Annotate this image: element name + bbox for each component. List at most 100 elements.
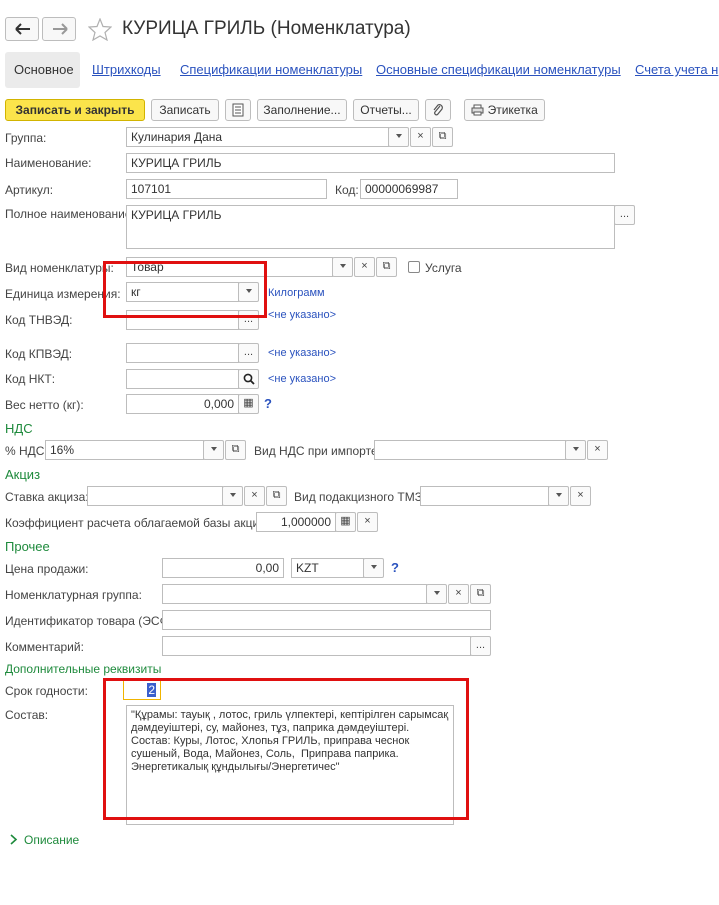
close-icon: × (364, 515, 371, 527)
kind-input[interactable]: Товар (126, 257, 333, 277)
net-weight-input[interactable]: 0,000 (126, 394, 239, 414)
tmz-kind-clear-button[interactable]: × (570, 486, 591, 506)
kind-clear-button[interactable]: × (354, 257, 375, 277)
vat-import-input[interactable] (374, 440, 566, 460)
forward-button[interactable] (42, 17, 76, 41)
composition-input[interactable]: "Құрамы: тауық , лотос, гриль үлпектері,… (126, 705, 454, 825)
vat-import-clear-button[interactable]: × (587, 440, 608, 460)
kind-open-button[interactable]: ⧉ (376, 257, 397, 277)
unit-link[interactable]: Килограмм (268, 287, 325, 299)
group-dropdown-button[interactable] (388, 127, 409, 147)
excise-rate-label: Ставка акциза: (5, 490, 89, 504)
excise-rate-input[interactable] (87, 486, 223, 506)
code-input[interactable]: 00000069987 (360, 179, 458, 199)
close-icon: × (594, 443, 601, 455)
tnved-label: Код ТНВЭД: (5, 313, 73, 327)
document-list-icon (232, 103, 244, 117)
tab-specifications[interactable]: Спецификации номенклатуры (180, 62, 362, 77)
open-icon: ⧉ (438, 130, 447, 142)
vat-rate-open-button[interactable]: ⧉ (225, 440, 246, 460)
chevron-down-icon (572, 447, 579, 452)
star-icon[interactable] (88, 18, 112, 41)
kpved-select-button[interactable]: ... (238, 343, 259, 363)
vat-rate-label: % НДС: (5, 444, 48, 458)
tab-main-specifications[interactable]: Основные спецификации номенклатуры (376, 62, 621, 77)
unit-label: Единица измерения: (5, 287, 121, 301)
reports-button[interactable]: Отчеты... (353, 99, 419, 121)
tab-accounts[interactable]: Счета учета н (635, 62, 718, 77)
tmz-kind-input[interactable] (420, 486, 549, 506)
vat-rate-dropdown-button[interactable] (203, 440, 224, 460)
excise-coef-clear-button[interactable]: × (357, 512, 378, 532)
shelf-life-input[interactable]: 2 (123, 680, 161, 700)
service-checkbox[interactable] (408, 261, 420, 273)
net-weight-help[interactable]: ? (264, 396, 272, 411)
attachment-button[interactable] (425, 99, 451, 121)
chevron-down-icon (370, 565, 377, 570)
chevron-down-icon (339, 264, 346, 269)
description-toggle[interactable]: Описание (24, 833, 79, 847)
unit-dropdown-button[interactable] (238, 282, 259, 302)
nkt-link[interactable]: <не указано> (268, 373, 336, 385)
excise-coef-label: Коэффициент расчета облагаемой базы акци… (5, 516, 275, 530)
nkt-input[interactable] (126, 369, 239, 389)
excise-rate-clear-button[interactable]: × (244, 486, 265, 506)
nom-group-input[interactable] (162, 584, 427, 604)
vat-import-dropdown-button[interactable] (565, 440, 586, 460)
arrow-left-icon (15, 23, 30, 35)
tnved-link[interactable]: <не указано> (268, 309, 336, 321)
kpved-link[interactable]: <не указано> (268, 347, 336, 359)
excise-rate-dropdown-button[interactable] (222, 486, 243, 506)
list-button[interactable] (225, 99, 251, 121)
nom-group-dropdown-button[interactable] (426, 584, 447, 604)
fill-button[interactable]: Заполнение... (257, 99, 347, 121)
save-and-close-button[interactable]: Записать и закрыть (5, 99, 145, 121)
vat-rate-input[interactable]: 16% (45, 440, 204, 460)
tab-barcodes[interactable]: Штрихкоды (92, 62, 161, 77)
excise-coef-calc-button[interactable]: ▦ (335, 512, 356, 532)
excise-coef-input[interactable]: 1,000000 (256, 512, 336, 532)
full-name-input[interactable]: КУРИЦА ГРИЛЬ (126, 205, 615, 249)
shelf-life-value: 2 (147, 683, 156, 697)
comment-input[interactable] (162, 636, 471, 656)
group-open-button[interactable]: ⧉ (432, 127, 453, 147)
kpved-input[interactable] (126, 343, 239, 363)
print-label-button[interactable]: Этикетка (464, 99, 545, 121)
save-button[interactable]: Записать (151, 99, 219, 121)
close-icon: × (417, 130, 424, 142)
calculator-icon: ▦ (340, 515, 351, 527)
group-clear-button[interactable]: × (410, 127, 431, 147)
open-icon: ⧉ (231, 443, 240, 455)
chevron-right-icon[interactable] (9, 834, 18, 845)
article-input[interactable]: 107101 (126, 179, 327, 199)
name-input[interactable]: КУРИЦА ГРИЛЬ (126, 153, 615, 173)
full-name-label: Полное наименование: (5, 207, 135, 221)
tnved-select-button[interactable]: ... (238, 310, 259, 330)
group-input[interactable]: Кулинария Дана (126, 127, 389, 147)
price-help[interactable]: ? (391, 560, 399, 575)
chevron-down-icon (433, 591, 440, 596)
kpved-label: Код КПВЭД: (5, 347, 73, 361)
full-name-edit-button[interactable]: ... (614, 205, 635, 225)
excise-rate-open-button[interactable]: ⧉ (266, 486, 287, 506)
unit-input[interactable]: кг (126, 282, 239, 302)
comment-edit-button[interactable]: ... (470, 636, 491, 656)
tnved-input[interactable] (126, 310, 239, 330)
other-section-title: Прочее (5, 539, 50, 554)
currency-dropdown-button[interactable] (363, 558, 384, 578)
back-button[interactable] (5, 17, 39, 41)
tab-main[interactable]: Основное (5, 52, 80, 88)
product-id-input[interactable] (162, 610, 491, 630)
nkt-search-button[interactable] (238, 369, 259, 389)
currency-input[interactable]: KZT (291, 558, 364, 578)
price-input[interactable]: 0,00 (162, 558, 284, 578)
nom-group-open-button[interactable]: ⧉ (470, 584, 491, 604)
nom-group-clear-button[interactable]: × (448, 584, 469, 604)
net-weight-label: Вес нетто (кг): (5, 398, 84, 412)
open-icon: ⧉ (382, 260, 391, 272)
net-weight-calc-button[interactable]: ▦ (238, 394, 259, 414)
open-icon: ⧉ (272, 489, 281, 501)
tmz-kind-dropdown-button[interactable] (548, 486, 569, 506)
kind-dropdown-button[interactable] (332, 257, 353, 277)
chevron-down-icon (555, 493, 562, 498)
